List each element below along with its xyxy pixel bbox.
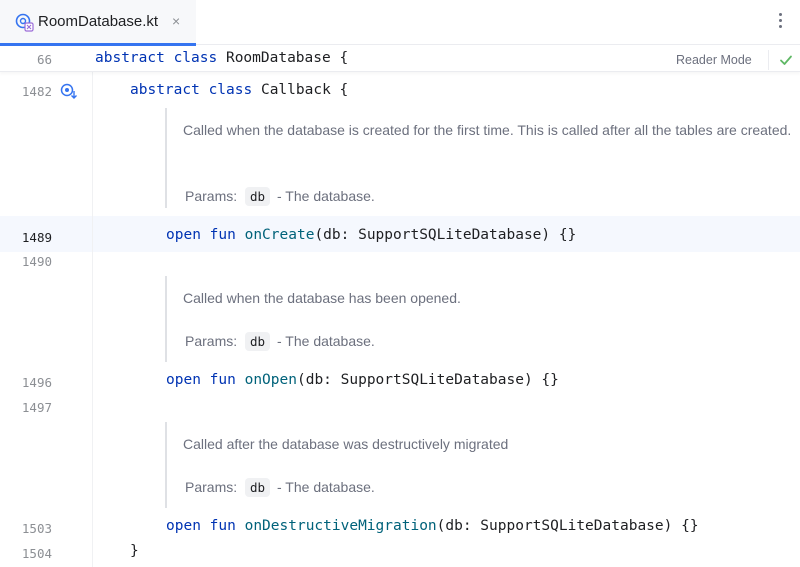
check-icon[interactable]: [778, 52, 794, 68]
doc-text: Called when the database has been opened…: [183, 290, 461, 306]
function-params: (db: SupportSQLiteDatabase) {}: [436, 518, 699, 534]
params-label: Params:: [185, 333, 238, 349]
function-params: (db: SupportSQLiteDatabase) {}: [314, 227, 577, 243]
class-name: Callback {: [260, 82, 349, 98]
more-vertical-icon[interactable]: [772, 10, 788, 34]
doc-text: Called after the database was destructiv…: [183, 436, 509, 452]
override-method-icon[interactable]: [59, 82, 79, 100]
doc-block: Called after the database was destructiv…: [165, 422, 795, 508]
keyword: open: [166, 227, 201, 243]
tab-label: RoomDatabase.kt: [38, 13, 159, 30]
code-line-callback: abstract class Callback {: [130, 82, 348, 98]
param-name: db: [245, 332, 271, 351]
keyword: fun: [209, 372, 236, 388]
doc-block: Called when the database is created for …: [165, 108, 795, 208]
line-number: 1482: [21, 84, 52, 99]
doc-block: Called when the database has been opened…: [165, 276, 795, 362]
line-number: 1503: [21, 521, 52, 536]
kotlin-file-icon: [15, 13, 34, 32]
keyword: open: [166, 372, 201, 388]
keyword: class: [173, 50, 218, 66]
editor-tab-bar: RoomDatabase.kt ×: [0, 0, 800, 46]
line-number: 1490: [21, 254, 52, 269]
param-description: - The database.: [277, 333, 375, 349]
keyword: fun: [209, 518, 236, 534]
param-description: - The database.: [277, 188, 375, 204]
keyword: open: [166, 518, 201, 534]
param-description: - The database.: [277, 479, 375, 495]
line-number: 1496: [21, 375, 52, 390]
param-name: db: [245, 187, 271, 206]
code-line-close-brace: }: [130, 543, 139, 559]
code-line-ondestructivemigration: open fun onDestructiveMigration(db: Supp…: [166, 518, 699, 534]
code-line-oncreate: open fun onCreate(db: SupportSQLiteDatab…: [166, 227, 576, 243]
keyword: class: [208, 82, 253, 98]
line-number: 1489: [21, 230, 52, 245]
line-number: 1497: [21, 400, 52, 415]
reader-mode-button[interactable]: Reader Mode: [676, 53, 752, 67]
keyword: abstract: [95, 50, 165, 66]
sticky-scroll-header[interactable]: 66 abstract class RoomDatabase { Reader …: [0, 46, 800, 72]
class-name: RoomDatabase {: [225, 50, 349, 66]
gutter-divider: [92, 46, 93, 567]
keyword: fun: [209, 227, 236, 243]
line-number: 66: [36, 52, 52, 67]
doc-text: Called when the database is created for …: [183, 122, 792, 138]
params-label: Params:: [185, 479, 238, 495]
function-name: onDestructiveMigration: [244, 518, 437, 534]
divider: [768, 50, 769, 70]
tab-roomdatabase-kt[interactable]: RoomDatabase.kt ×: [0, 0, 196, 46]
code-line-onopen: open fun onOpen(db: SupportSQLiteDatabas…: [166, 372, 559, 388]
function-name: onCreate: [244, 227, 315, 243]
code-line-roomdatabase: abstract class RoomDatabase {: [95, 50, 348, 66]
keyword: abstract: [130, 82, 200, 98]
line-number: 1504: [21, 546, 52, 561]
close-icon[interactable]: ×: [172, 13, 180, 29]
param-name: db: [245, 478, 271, 497]
code-editor[interactable]: 1482 abstract class Callback { Called wh…: [0, 46, 800, 567]
function-params: (db: SupportSQLiteDatabase) {}: [296, 372, 559, 388]
params-label: Params:: [185, 188, 238, 204]
function-name: onOpen: [244, 372, 297, 388]
